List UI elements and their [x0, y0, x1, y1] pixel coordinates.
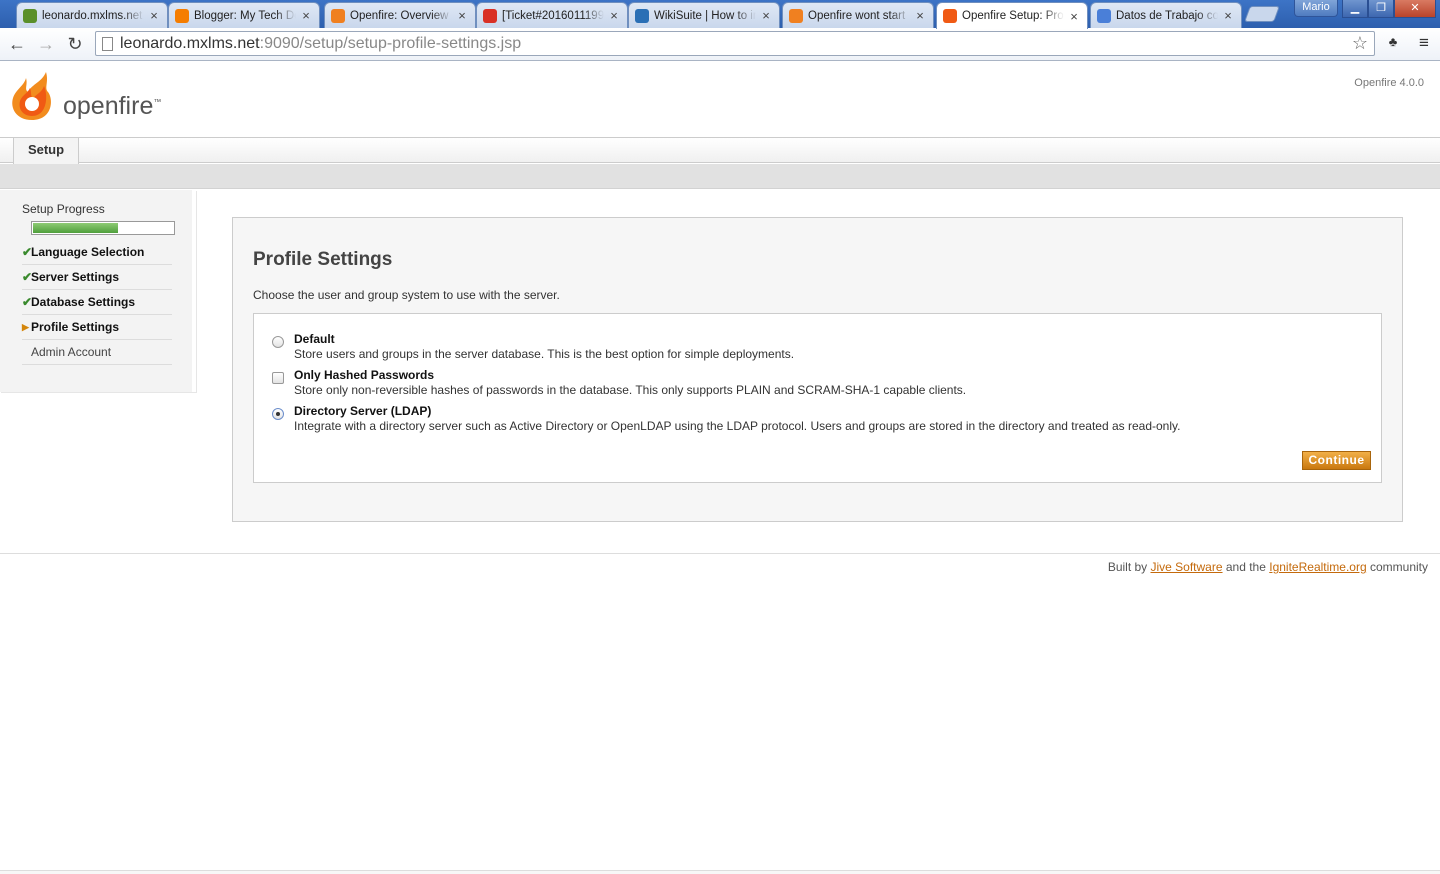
url-text[interactable]: leonardo.mxlms.net:9090/setup/setup-prof… [120, 35, 521, 53]
setup-progress-fill [33, 223, 119, 233]
setup-step: ✔ Language Selection [22, 240, 172, 265]
page-bottom-edge [0, 870, 1440, 874]
browser-tab[interactable]: Blogger: My Tech Doi × [168, 2, 320, 28]
option-title: Only Hashed Passwords [294, 368, 435, 382]
browser-toolbar: ← → ↻ leonardo.mxlms.net:9090/setup/setu… [0, 28, 1440, 61]
tab-close-icon[interactable]: × [299, 8, 313, 23]
option-description: Store only non-reversible hashes of pass… [294, 383, 967, 397]
setup-step-label: Admin Account [31, 345, 112, 359]
blogger-icon [175, 8, 189, 23]
version-label: Openfire 4.0.0 [1354, 77, 1424, 89]
page-icon [102, 37, 113, 51]
setup-progress-label: Setup Progress [22, 202, 105, 216]
tab-title: Openfire Setup: Prof [962, 10, 1064, 22]
browser-tab[interactable]: leonardo.mxlms.net × [16, 2, 168, 28]
close-window-button[interactable]: ✕ [1394, 0, 1436, 18]
setup-step: ▶ Profile Settings [22, 315, 172, 340]
browser-tab[interactable]: Openfire wont start × [782, 2, 934, 28]
profile-badge[interactable]: Mario [1294, 0, 1338, 17]
tab-close-icon[interactable]: × [607, 8, 621, 23]
continue-button[interactable]: Continue [1302, 451, 1371, 470]
footer-text: community [1366, 560, 1428, 574]
profile-settings-panel: Profile Settings Choose the user and gro… [232, 217, 1403, 522]
browser-tab[interactable]: [Ticket#2016011199 × [476, 2, 628, 28]
extension-icon[interactable]: ♣ [1384, 34, 1402, 52]
setup-step: ✔ Server Settings [22, 265, 172, 290]
setup-steps-list: ✔ Language Selection ✔ Server Settings ✔ Data… [22, 240, 172, 365]
setup-step: ✔ Database Settings [22, 290, 172, 315]
docs-icon [1097, 8, 1111, 23]
footer-divider [0, 553, 1440, 554]
page: openfire™ Openfire 4.0.0 Setup Setup Pro… [0, 62, 1440, 874]
bookmark-star-icon[interactable]: ☆ [1352, 33, 1368, 54]
hashed-passwords-checkbox[interactable] [272, 372, 284, 384]
leaf-icon [23, 8, 37, 23]
openfire-logo[interactable]: openfire™ [8, 70, 168, 122]
option-description: Store users and groups in the server dat… [294, 347, 795, 361]
current-step-arrow-icon: ▶ [22, 322, 29, 332]
tab-title: Blogger: My Tech Doi [194, 9, 296, 22]
check-icon: ✔ [22, 245, 33, 259]
address-bar[interactable]: leonardo.mxlms.net:9090/setup/setup-prof… [95, 31, 1375, 56]
top-navigation: Setup [0, 137, 1440, 164]
tab-title: leonardo.mxlms.net [42, 9, 143, 22]
setup-sidebar: Setup Progress ✔ Language Selection ✔ Serve… [0, 190, 196, 392]
tab-setup[interactable]: Setup [13, 137, 79, 164]
browser-tab[interactable]: Openfire: Overview × [324, 2, 476, 28]
option-title: Default [294, 332, 335, 346]
forward-icon[interactable]: → [34, 32, 58, 56]
jive-software-link[interactable]: Jive Software [1151, 560, 1223, 574]
option-title: Directory Server (LDAP) [294, 404, 432, 418]
check-icon: ✔ [22, 295, 33, 309]
footer-text: and the [1222, 560, 1270, 574]
tab-close-icon[interactable]: × [1067, 9, 1081, 24]
minimize-button[interactable]: ▁ [1342, 0, 1368, 18]
tab-close-icon[interactable]: × [147, 8, 161, 23]
reload-icon[interactable]: ↻ [63, 32, 87, 56]
setup-step-label: Profile Settings [31, 320, 120, 334]
setup-step-label: Server Settings [31, 270, 120, 284]
openfire-icon [789, 8, 803, 23]
tab-title: WikiSuite | How to in [654, 9, 756, 22]
tab-title: Openfire: Overview [350, 9, 449, 22]
restore-button[interactable]: ❐ [1368, 0, 1394, 18]
gmail-icon [483, 8, 497, 23]
page-title: Profile Settings [253, 249, 393, 270]
tab-title: Openfire wont start [808, 9, 906, 22]
tab-title: [Ticket#2016011199 [502, 9, 604, 22]
wikisuite-icon [635, 8, 649, 23]
back-icon[interactable]: ← [5, 32, 29, 56]
default-radio[interactable] [272, 336, 284, 348]
footer: Built by Jive Software and the IgniteRea… [1108, 560, 1428, 574]
ldap-radio[interactable] [272, 408, 284, 420]
brand-wordmark: openfire™ [63, 92, 162, 120]
openfire-icon [331, 8, 345, 23]
subnav-bar [0, 164, 1440, 189]
setup-step: Admin Account [22, 340, 172, 365]
browser-tab[interactable]: Datos de Trabajo cor × [1090, 2, 1242, 28]
openfire-flame-icon [12, 72, 51, 120]
footer-text: Built by [1107, 560, 1151, 574]
setup-step-label: Database Settings [31, 295, 136, 309]
setup-step-label: Language Selection [31, 245, 145, 259]
browser-tabstrip: leonardo.mxlms.net × Blogger: My Tech Doi ×… [0, 0, 1440, 29]
setup-progress-bar [31, 221, 175, 235]
tab-close-icon[interactable]: × [759, 8, 773, 23]
new-tab-button[interactable] [1244, 6, 1280, 22]
option-description: Integrate with a directory server such a… [294, 419, 1181, 433]
menu-icon[interactable]: ≡ [1414, 33, 1434, 53]
page-description: Choose the user and group system to use … [253, 288, 560, 302]
options-box: Default Store users and groups in the se… [253, 313, 1382, 483]
igniterealtime-link[interactable]: IgniteRealtime.org [1269, 560, 1366, 574]
browser-tab[interactable]: WikiSuite | How to in × [628, 2, 780, 28]
tab-title: Datos de Trabajo cor [1116, 9, 1218, 22]
tab-close-icon[interactable]: × [1221, 8, 1235, 23]
tab-close-icon[interactable]: × [455, 8, 469, 23]
openfire-icon [943, 9, 957, 23]
tab-close-icon[interactable]: × [913, 8, 927, 23]
browser-tab[interactable]: Openfire Setup: Prof × [936, 2, 1088, 29]
check-icon: ✔ [22, 270, 33, 284]
